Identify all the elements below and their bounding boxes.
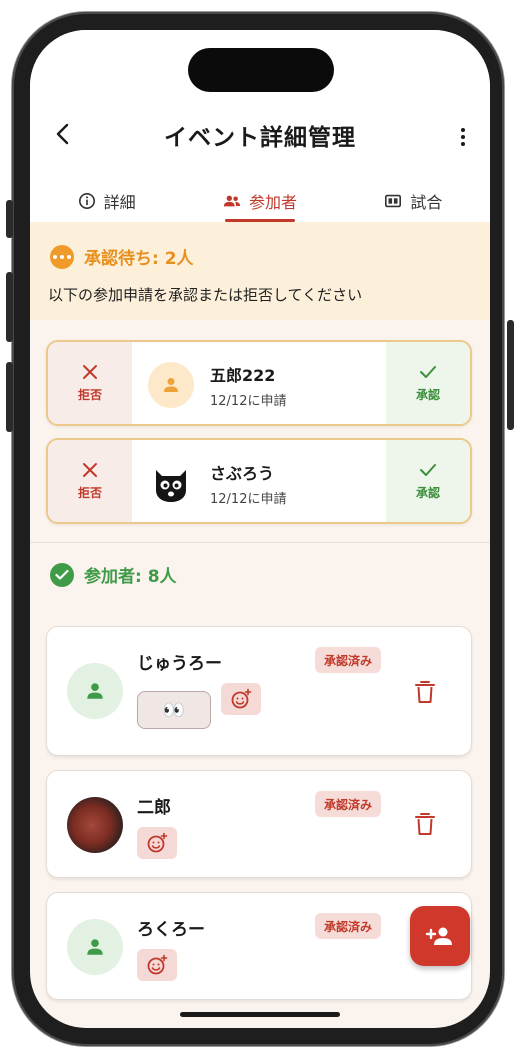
phone-side-button — [6, 362, 13, 432]
home-indicator — [180, 1012, 340, 1017]
participants-title: 参加者: 8人 — [84, 567, 177, 587]
pending-description: 以下の参加申請を承認または拒否してください — [48, 286, 363, 304]
reject-label: 拒否 — [77, 387, 102, 402]
tab-bar: 詳細 参加者 試合 — [30, 180, 490, 222]
check-circle-icon — [50, 562, 74, 587]
pending-title: 承認待ち: 2人 — [84, 249, 194, 269]
tab-label: 参加者 — [248, 193, 297, 212]
close-icon — [83, 364, 97, 379]
pending-dots-icon — [50, 244, 74, 269]
approve-button[interactable]: 承認 — [386, 440, 470, 522]
add-reaction-button[interactable] — [137, 827, 177, 859]
tab-participants[interactable]: 参加者 — [183, 180, 336, 222]
person-add-icon — [425, 927, 452, 945]
requester-name: 五郎222 — [210, 366, 276, 385]
status-badge: 承認済み — [315, 647, 382, 673]
add-reaction-icon — [147, 954, 168, 975]
tab-matches[interactable]: 試合 — [337, 180, 490, 222]
phone-side-button — [6, 200, 13, 238]
dynamic-island — [188, 48, 334, 92]
avatar — [148, 362, 194, 408]
request-card: 拒否 五郎222 12/12に申請 承認 — [46, 340, 472, 426]
person-icon — [164, 378, 178, 392]
add-reaction-icon — [147, 832, 168, 853]
request-date: 12/12に申請 — [210, 492, 287, 507]
tab-details[interactable]: 詳細 — [30, 180, 183, 222]
close-icon — [83, 462, 97, 477]
person-icon — [87, 683, 103, 699]
tab-label: 試合 — [410, 193, 443, 212]
member-name: 二郎 — [137, 798, 171, 818]
more-vertical-icon[interactable] — [460, 126, 466, 148]
status-badge: 承認済み — [315, 791, 382, 817]
requester-name: さぶろう — [210, 464, 275, 483]
member-card: 二郎 承認済み — [46, 770, 472, 878]
match-icon — [385, 194, 402, 208]
cat-avatar-icon — [156, 470, 186, 502]
delete-icon[interactable] — [413, 811, 437, 837]
pending-banner: 承認待ち: 2人 以下の参加申請を承認または拒否してください — [30, 222, 490, 320]
reaction-chip[interactable]: 👀 — [137, 691, 211, 729]
status-badge: 承認済み — [315, 913, 382, 939]
approve-label: 承認 — [415, 387, 440, 402]
approve-button[interactable]: 承認 — [386, 342, 470, 424]
tab-label: 詳細 — [103, 193, 136, 212]
page-title: イベント詳細管理 — [164, 125, 356, 151]
member-name: ろくろー — [137, 920, 205, 940]
avatar — [67, 919, 123, 975]
reject-label: 拒否 — [77, 485, 102, 500]
request-date: 12/12に申請 — [210, 394, 287, 409]
person-icon — [87, 939, 103, 955]
member-card: ろくろー 承認済み — [46, 892, 472, 1000]
phone-side-button — [6, 272, 13, 342]
check-icon — [420, 463, 436, 476]
reject-button[interactable]: 拒否 — [48, 342, 132, 424]
member-card: じゅうろー 承認済み 👀 — [46, 626, 472, 756]
people-icon — [223, 195, 241, 207]
avatar — [148, 460, 194, 506]
reject-button[interactable]: 拒否 — [48, 440, 132, 522]
participants-header: 参加者: 8人 — [50, 562, 177, 587]
check-icon — [420, 365, 436, 378]
add-reaction-icon — [231, 688, 252, 709]
member-name: じゅうろー — [137, 654, 222, 674]
add-reaction-button[interactable] — [137, 949, 177, 981]
section-divider — [30, 542, 490, 543]
add-participant-button[interactable] — [410, 906, 470, 966]
request-card: 拒否 さぶろう 12/12に申請 承認 — [46, 438, 472, 524]
avatar-photo — [67, 797, 123, 853]
pending-header: 承認待ち: 2人 — [50, 244, 194, 269]
add-reaction-button[interactable] — [221, 683, 261, 715]
approve-label: 承認 — [415, 485, 440, 500]
avatar — [67, 663, 123, 719]
delete-icon[interactable] — [413, 679, 437, 705]
phone-side-button — [507, 320, 514, 430]
info-icon — [78, 192, 95, 210]
screen: イベント詳細管理 詳細 参加者 試合 承認待ち: 2人 以下の参加申請を承認また… — [30, 30, 490, 1028]
